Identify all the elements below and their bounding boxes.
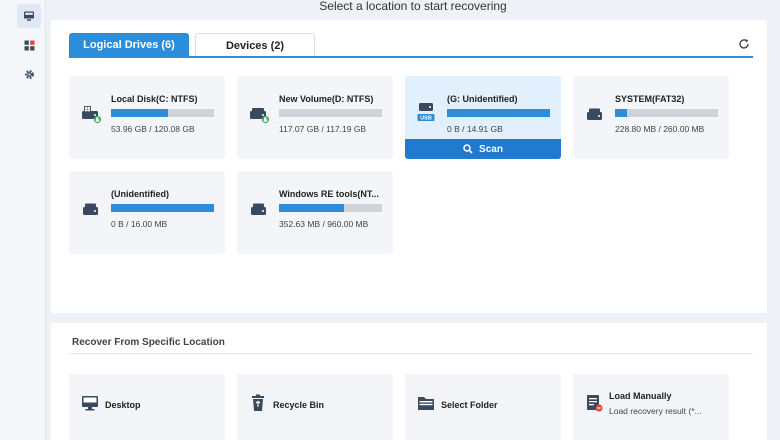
hard-drive-icon bbox=[80, 198, 102, 220]
location-label: Select Folder bbox=[441, 400, 498, 410]
location-label: Recycle Bin bbox=[273, 400, 325, 410]
drive-name: Local Disk(C: NTFS) bbox=[111, 94, 198, 104]
location-load-manually[interactable]: Load Manually Load recovery result (*... bbox=[573, 374, 729, 440]
location-label: Load Manually bbox=[609, 391, 672, 401]
nav-computer-button[interactable] bbox=[17, 4, 41, 28]
usb-drive-icon: USB bbox=[416, 98, 438, 122]
hard-drive-icon bbox=[248, 198, 270, 220]
drive-usage-bar bbox=[111, 204, 214, 212]
nav-settings-button[interactable] bbox=[17, 62, 41, 86]
drive-size: 352.63 MB / 960.00 MB bbox=[279, 219, 369, 229]
drive-usage-fill bbox=[447, 109, 550, 117]
refresh-button[interactable] bbox=[737, 37, 751, 51]
folder-icon bbox=[417, 394, 435, 412]
page-title: Select a location to start recovering bbox=[319, 0, 507, 13]
drive-usage-bar bbox=[111, 109, 214, 117]
specific-location-panel: Recover From Specific Location Desktop R… bbox=[51, 323, 767, 440]
apps-icon bbox=[24, 40, 34, 50]
left-rail bbox=[0, 0, 46, 440]
system-drive-icon bbox=[248, 103, 270, 125]
recycle-bin-icon bbox=[249, 394, 267, 412]
location-recycle-bin[interactable]: Recycle Bin bbox=[237, 374, 393, 440]
drive-size: 53.96 GB / 120.08 GB bbox=[111, 124, 195, 134]
drive-usage-fill bbox=[111, 204, 214, 212]
drive-usage-fill bbox=[111, 109, 168, 117]
drive-card-system[interactable]: SYSTEM(FAT32) 228.80 MB / 260.00 MB bbox=[573, 76, 729, 159]
tab-devices[interactable]: Devices (2) bbox=[195, 33, 315, 57]
scan-button[interactable]: Scan bbox=[405, 139, 561, 159]
drive-size: 117.07 GB / 117.19 GB bbox=[279, 124, 367, 134]
drive-size: 0 B / 16.00 MB bbox=[111, 219, 168, 229]
drive-usage-bar bbox=[615, 109, 718, 117]
hard-drive-icon bbox=[584, 103, 606, 125]
drive-name: New Volume(D: NTFS) bbox=[279, 94, 374, 104]
drive-card-d[interactable]: New Volume(D: NTFS) 117.07 GB / 117.19 G… bbox=[237, 76, 393, 159]
drive-usage-fill bbox=[279, 204, 344, 212]
drive-name: (Unidentified) bbox=[111, 189, 169, 199]
location-sublabel: Load recovery result (*... bbox=[609, 406, 702, 416]
drive-name: (G: Unidentified) bbox=[447, 94, 518, 104]
drive-card-g[interactable]: USB (G: Unidentified) 0 B / 14.91 GB Sca… bbox=[405, 76, 561, 159]
drives-panel: Logical Drives (6) Devices (2) Local Dis… bbox=[51, 20, 767, 313]
scan-label: Scan bbox=[479, 143, 503, 155]
nav-apps-button[interactable] bbox=[17, 33, 41, 57]
drive-usage-bar bbox=[279, 204, 382, 212]
drive-card-c[interactable]: Local Disk(C: NTFS) 53.96 GB / 120.08 GB bbox=[69, 76, 225, 159]
refresh-icon bbox=[739, 39, 749, 49]
system-drive-icon bbox=[80, 103, 102, 125]
drive-card-winre[interactable]: Windows RE tools(NT... 352.63 MB / 960.0… bbox=[237, 171, 393, 254]
location-desktop[interactable]: Desktop bbox=[69, 374, 225, 440]
search-icon bbox=[463, 144, 473, 154]
location-select-folder[interactable]: Select Folder bbox=[405, 374, 561, 440]
svg-text:USB: USB bbox=[420, 116, 432, 122]
drive-name: SYSTEM(FAT32) bbox=[615, 94, 685, 104]
drive-size: 228.80 MB / 260.00 MB bbox=[615, 124, 705, 134]
tab-underline bbox=[69, 56, 753, 58]
computer-icon bbox=[24, 11, 34, 21]
load-file-icon bbox=[585, 394, 603, 412]
location-label: Desktop bbox=[105, 400, 141, 410]
drive-usage-bar bbox=[279, 109, 382, 117]
tab-logical-drives[interactable]: Logical Drives (6) bbox=[69, 33, 189, 57]
drive-usage-fill bbox=[615, 109, 628, 117]
drive-size: 0 B / 14.91 GB bbox=[447, 124, 503, 134]
drive-name: Windows RE tools(NT... bbox=[279, 189, 379, 199]
drive-usage-bar bbox=[447, 109, 550, 117]
section-title: Recover From Specific Location bbox=[72, 337, 225, 348]
section-divider bbox=[69, 353, 753, 354]
drive-card-unidentified[interactable]: (Unidentified) 0 B / 16.00 MB bbox=[69, 171, 225, 254]
desktop-icon bbox=[81, 394, 99, 412]
gear-icon bbox=[24, 69, 34, 79]
